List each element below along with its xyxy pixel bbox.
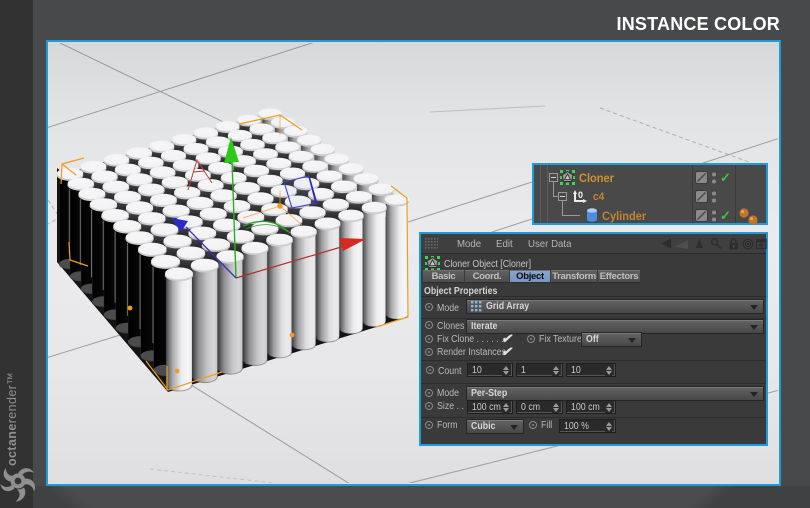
svg-text:0: 0 — [578, 190, 583, 200]
